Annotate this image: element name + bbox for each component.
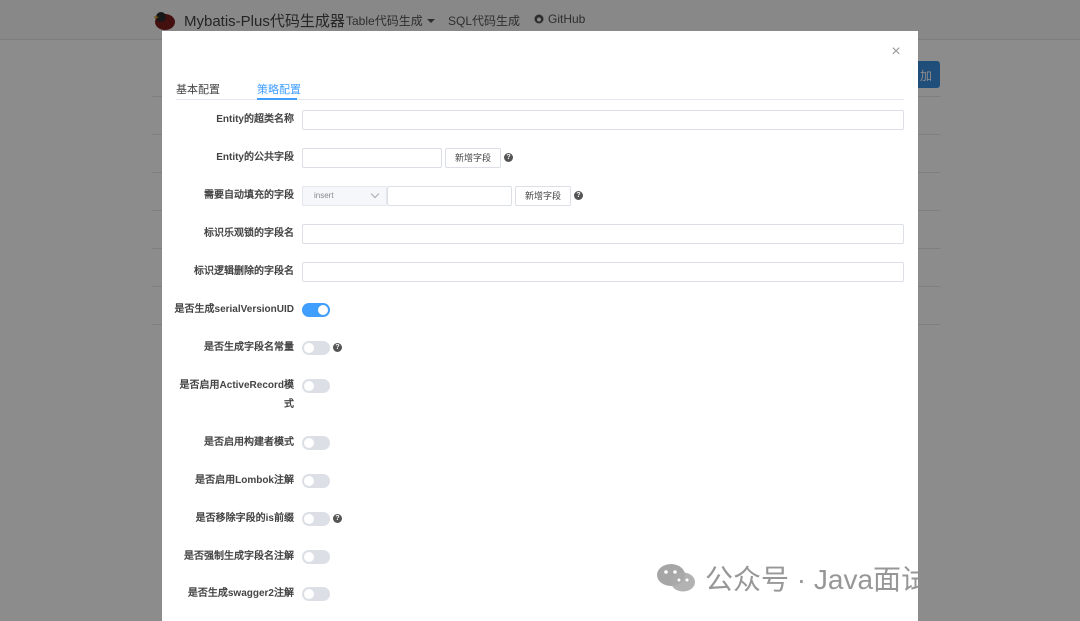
version-field-input[interactable] xyxy=(302,224,904,244)
switch-label: 是否生成字段名常量 xyxy=(204,342,294,353)
field-label: 需要自动填充的字段 xyxy=(204,190,294,201)
toggle-knob xyxy=(304,343,314,353)
toggle-knob xyxy=(304,589,314,599)
lombok-toggle[interactable] xyxy=(302,474,330,488)
serial-version-uid-toggle[interactable] xyxy=(302,303,330,317)
toggle-knob xyxy=(318,305,328,315)
remove-is-prefix-toggle[interactable] xyxy=(302,512,330,526)
active-tab-indicator xyxy=(257,98,297,100)
field-label: Entity的公共字段 xyxy=(216,152,294,163)
help-icon[interactable]: ? xyxy=(333,343,342,352)
fill-strategy-select[interactable]: insert xyxy=(302,186,387,206)
builder-model-toggle[interactable] xyxy=(302,436,330,450)
switch-label: 是否启用Lombok注解 xyxy=(195,475,294,486)
toggle-knob xyxy=(304,381,314,391)
tab-basic-config[interactable]: 基本配置 xyxy=(176,81,220,97)
toggle-knob xyxy=(304,438,314,448)
toggle-knob xyxy=(304,552,314,562)
switch-label: 是否生成serialVersionUID xyxy=(174,304,294,315)
switch-label-line1: 是否启用ActiveRecord模 xyxy=(179,380,294,391)
toggle-knob xyxy=(304,476,314,486)
swagger2-toggle[interactable] xyxy=(302,587,330,601)
add-fill-field-button[interactable]: 新增字段 xyxy=(515,186,571,206)
config-dialog: × 基本配置 策略配置 Entity的超类名称 Entity的公共字段 新增字段… xyxy=(162,31,918,621)
field-label: 标识乐观锁的字段名 xyxy=(204,228,294,239)
switch-label: 是否启用构建者模式 xyxy=(204,437,294,448)
wechat-icon xyxy=(657,564,695,592)
toggle-knob xyxy=(304,514,314,524)
field-annotation-toggle[interactable] xyxy=(302,550,330,564)
switch-label: 是否启用ActiveRecord模 式 xyxy=(164,376,294,414)
switch-label: 是否移除字段的is前缀 xyxy=(195,513,294,524)
fill-strategy-value: insert xyxy=(314,191,334,200)
close-icon[interactable]: × xyxy=(888,44,904,61)
common-field-input[interactable] xyxy=(302,148,442,168)
watermark: 公众号 · Java面试题精选 xyxy=(655,558,1013,598)
column-constant-toggle[interactable] xyxy=(302,341,330,355)
help-icon[interactable]: ? xyxy=(333,514,342,523)
help-icon[interactable]: ? xyxy=(504,153,513,162)
super-entity-class-input[interactable] xyxy=(302,110,904,130)
watermark-text: 公众号 · Java面试题精选 xyxy=(705,564,1014,595)
chevron-down-icon xyxy=(370,189,380,199)
switch-label: 是否强制生成字段名注解 xyxy=(184,551,294,562)
active-record-toggle[interactable] xyxy=(302,379,330,393)
help-icon[interactable]: ? xyxy=(574,191,583,200)
switch-label-line2: 式 xyxy=(284,399,294,410)
config-tabs: 基本配置 策略配置 xyxy=(176,79,904,100)
field-label: 标识逻辑删除的字段名 xyxy=(194,266,294,277)
auto-fill-field-input[interactable] xyxy=(387,186,512,206)
add-common-field-button[interactable]: 新增字段 xyxy=(445,148,501,168)
field-label: Entity的超类名称 xyxy=(216,114,294,125)
switch-label: 是否生成swagger2注解 xyxy=(187,588,294,599)
logic-delete-field-input[interactable] xyxy=(302,262,904,282)
tab-strategy-config[interactable]: 策略配置 xyxy=(257,81,301,97)
